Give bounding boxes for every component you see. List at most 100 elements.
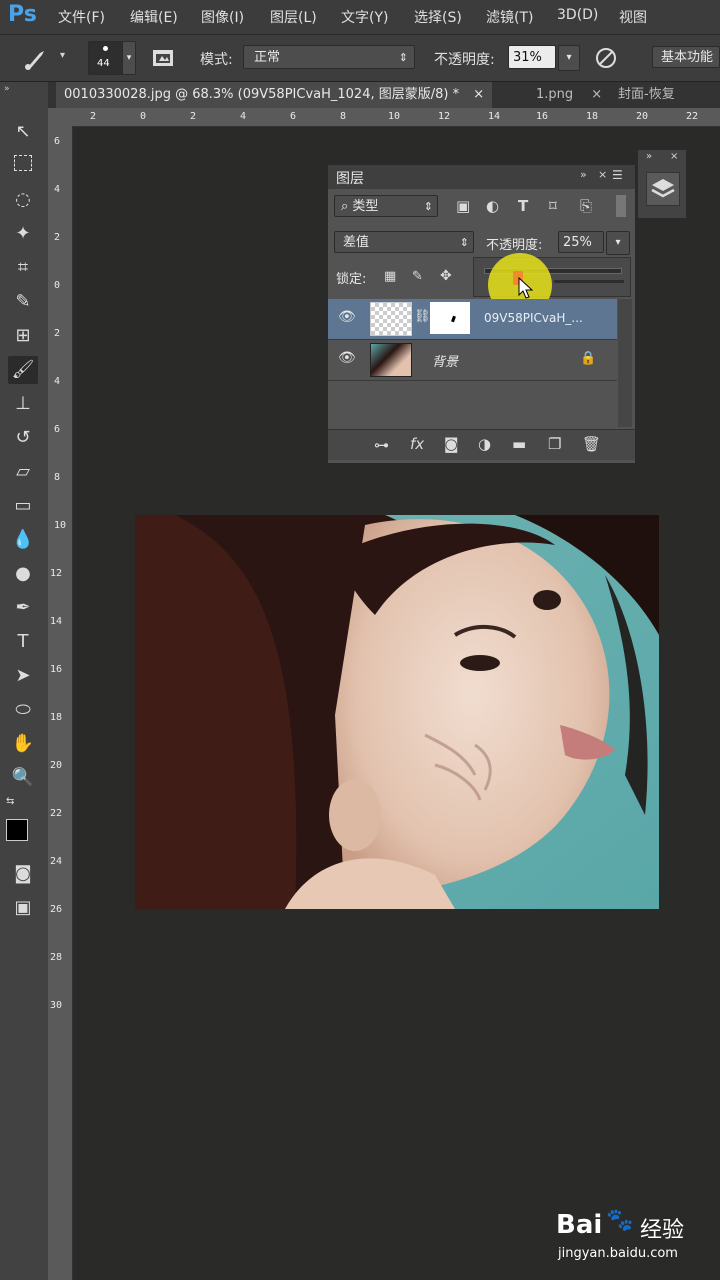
- marquee-tool-icon[interactable]: [8, 152, 38, 180]
- menu-edit[interactable]: 编辑(E): [130, 7, 178, 27]
- dodge-tool-icon[interactable]: ●: [8, 560, 38, 588]
- vertical-ruler: 6 4 2 0 2 4 6 8 10 12 14 16 18 20 22 24 …: [48, 126, 73, 1280]
- lock-transparency-icon[interactable]: ▦: [384, 269, 396, 284]
- type-tool-icon[interactable]: T: [8, 628, 38, 656]
- hand-tool-icon[interactable]: ✋: [8, 730, 38, 758]
- quick-mask-icon[interactable]: ◙: [8, 860, 38, 888]
- brush-preset-picker[interactable]: 44: [88, 41, 124, 75]
- close-icon[interactable]: ×: [670, 151, 678, 162]
- layer-thumbnail[interactable]: [370, 302, 412, 336]
- menu-filter[interactable]: 滤镜(T): [486, 7, 533, 27]
- collapse-icon[interactable]: »: [4, 84, 10, 94]
- app-logo[interactable]: Ps: [8, 2, 37, 27]
- document-tabs: 0010330028.jpg @ 68.3% (09V58PICvaH_1024…: [48, 82, 720, 109]
- ruler-number: 10: [54, 520, 67, 531]
- pen-tool-icon[interactable]: ✒: [8, 594, 38, 622]
- history-brush-icon[interactable]: ↺: [8, 424, 38, 452]
- filter-toggle[interactable]: [616, 195, 626, 217]
- opacity-dropdown[interactable]: ▾: [558, 45, 580, 71]
- screen-mode-icon[interactable]: ▣: [8, 894, 38, 922]
- type-filter-icon[interactable]: T: [518, 197, 528, 215]
- lasso-tool-icon[interactable]: ◌: [8, 186, 38, 214]
- trash-icon[interactable]: 🗑: [582, 435, 601, 453]
- brush-tool-icon[interactable]: 🖌: [8, 356, 38, 384]
- horizontal-ruler: 2 0 2 4 6 8 10 12 14 16 18 20 22: [48, 108, 720, 127]
- close-icon[interactable]: ×: [598, 168, 607, 181]
- layer-row-background[interactable]: 👁 背景 🔒: [328, 340, 617, 381]
- brush-panel-toggle-icon[interactable]: [150, 45, 176, 71]
- tab-label: 0010330028.jpg @ 68.3% (09V58PICvaH_1024…: [64, 87, 460, 102]
- layer-row-selected[interactable]: 👁 ⛓ 09V58PICvaH_...: [328, 299, 617, 340]
- expand-icon[interactable]: »: [646, 151, 652, 162]
- magic-wand-icon[interactable]: ✦: [8, 220, 38, 248]
- menu-file[interactable]: 文件(F): [58, 7, 105, 27]
- blend-mode-select[interactable]: 差值 ⇕: [334, 231, 474, 253]
- layer-mask-thumbnail[interactable]: [430, 302, 470, 334]
- path-select-icon[interactable]: ➤: [8, 662, 38, 690]
- new-layer-icon[interactable]: ❐: [548, 435, 561, 453]
- ruler-number: 26: [50, 904, 63, 915]
- brush-tool-icon[interactable]: [22, 45, 52, 71]
- pixel-filter-icon[interactable]: ▣: [456, 197, 470, 215]
- crop-tool-icon[interactable]: ⌗: [8, 254, 38, 282]
- workspace-switcher[interactable]: 基本功能: [652, 46, 720, 68]
- brush-preset-dropdown[interactable]: ▾: [122, 41, 136, 75]
- eye-icon[interactable]: 👁: [338, 350, 356, 366]
- menu-3d[interactable]: 3D(D): [557, 7, 598, 23]
- layer-filter-select[interactable]: ⌕ 类型 ⇕: [334, 195, 438, 217]
- healing-brush-icon[interactable]: ⊞: [8, 322, 38, 350]
- airbrush-icon[interactable]: [593, 45, 619, 71]
- menu-view[interactable]: 视图: [619, 7, 647, 27]
- tab-document-2[interactable]: 1.png ×: [528, 82, 610, 108]
- tab-document-1[interactable]: 0010330028.jpg @ 68.3% (09V58PICvaH_1024…: [56, 82, 493, 108]
- clone-stamp-icon[interactable]: ⊥: [8, 390, 38, 418]
- blur-tool-icon[interactable]: 💧: [8, 526, 38, 554]
- smart-object-filter-icon[interactable]: ⎘: [580, 197, 592, 215]
- expand-icon[interactable]: »: [580, 168, 587, 181]
- menu-layer[interactable]: 图层(L): [270, 7, 317, 27]
- shape-filter-icon[interactable]: ⌑: [549, 197, 557, 215]
- adjustment-layer-icon[interactable]: ◑: [478, 435, 491, 453]
- chevron-down-icon[interactable]: ▾: [60, 50, 65, 61]
- menu-type[interactable]: 文字(Y): [341, 7, 388, 27]
- move-tool-icon[interactable]: ↖: [8, 118, 38, 146]
- eyedropper-icon[interactable]: ✎: [8, 288, 38, 316]
- mode-select[interactable]: 正常 ⇕: [243, 45, 415, 69]
- tab-label: 封面-恢复: [618, 87, 675, 102]
- link-icon[interactable]: ⛓: [414, 309, 431, 324]
- tab-document-3[interactable]: 封面-恢复: [610, 82, 683, 108]
- ellipse-tool-icon[interactable]: ⬭: [8, 696, 38, 724]
- layer-name[interactable]: 09V58PICvaH_...: [484, 311, 583, 325]
- fx-icon[interactable]: fx: [410, 435, 424, 453]
- filter-value: 类型: [352, 199, 379, 214]
- layers-panel-icon[interactable]: [646, 172, 680, 206]
- close-icon[interactable]: ×: [591, 87, 602, 102]
- eye-icon[interactable]: 👁: [338, 309, 356, 325]
- swap-colors-icon[interactable]: ⇆: [6, 796, 14, 807]
- link-layers-icon[interactable]: ⊶: [374, 436, 389, 454]
- zoom-tool-icon[interactable]: 🔍: [8, 764, 38, 792]
- layer-name[interactable]: 背景: [432, 351, 458, 370]
- add-mask-icon[interactable]: ◙: [444, 435, 459, 453]
- document-image[interactable]: [135, 515, 659, 909]
- layers-scrollbar[interactable]: [618, 299, 632, 427]
- layer-opacity-input[interactable]: 25%: [558, 231, 604, 253]
- menu-image[interactable]: 图像(I): [201, 7, 244, 27]
- lock-pixels-icon[interactable]: ✎: [412, 269, 423, 284]
- layers-panel-title[interactable]: 图层: [336, 168, 364, 188]
- gradient-icon[interactable]: ▭: [8, 492, 38, 520]
- eraser-icon[interactable]: ▱: [8, 458, 38, 486]
- ruler-number: 18: [50, 712, 63, 723]
- layer-opacity-dropdown[interactable]: ▾: [606, 231, 630, 255]
- mode-value: 正常: [254, 50, 281, 65]
- menu-select[interactable]: 选择(S): [414, 7, 462, 27]
- opacity-input[interactable]: 31%: [508, 45, 556, 69]
- close-icon[interactable]: ×: [473, 87, 484, 102]
- lock-position-icon[interactable]: ✥: [440, 268, 452, 284]
- foreground-color-swatch[interactable]: [6, 819, 28, 841]
- layer-thumbnail[interactable]: [370, 343, 412, 377]
- layers-panel-header: 图层 » × ☰: [328, 165, 635, 189]
- group-folder-icon[interactable]: ▬: [512, 435, 526, 453]
- panel-menu-icon[interactable]: ☰: [612, 168, 623, 182]
- adjustment-filter-icon[interactable]: ◐: [486, 197, 499, 215]
